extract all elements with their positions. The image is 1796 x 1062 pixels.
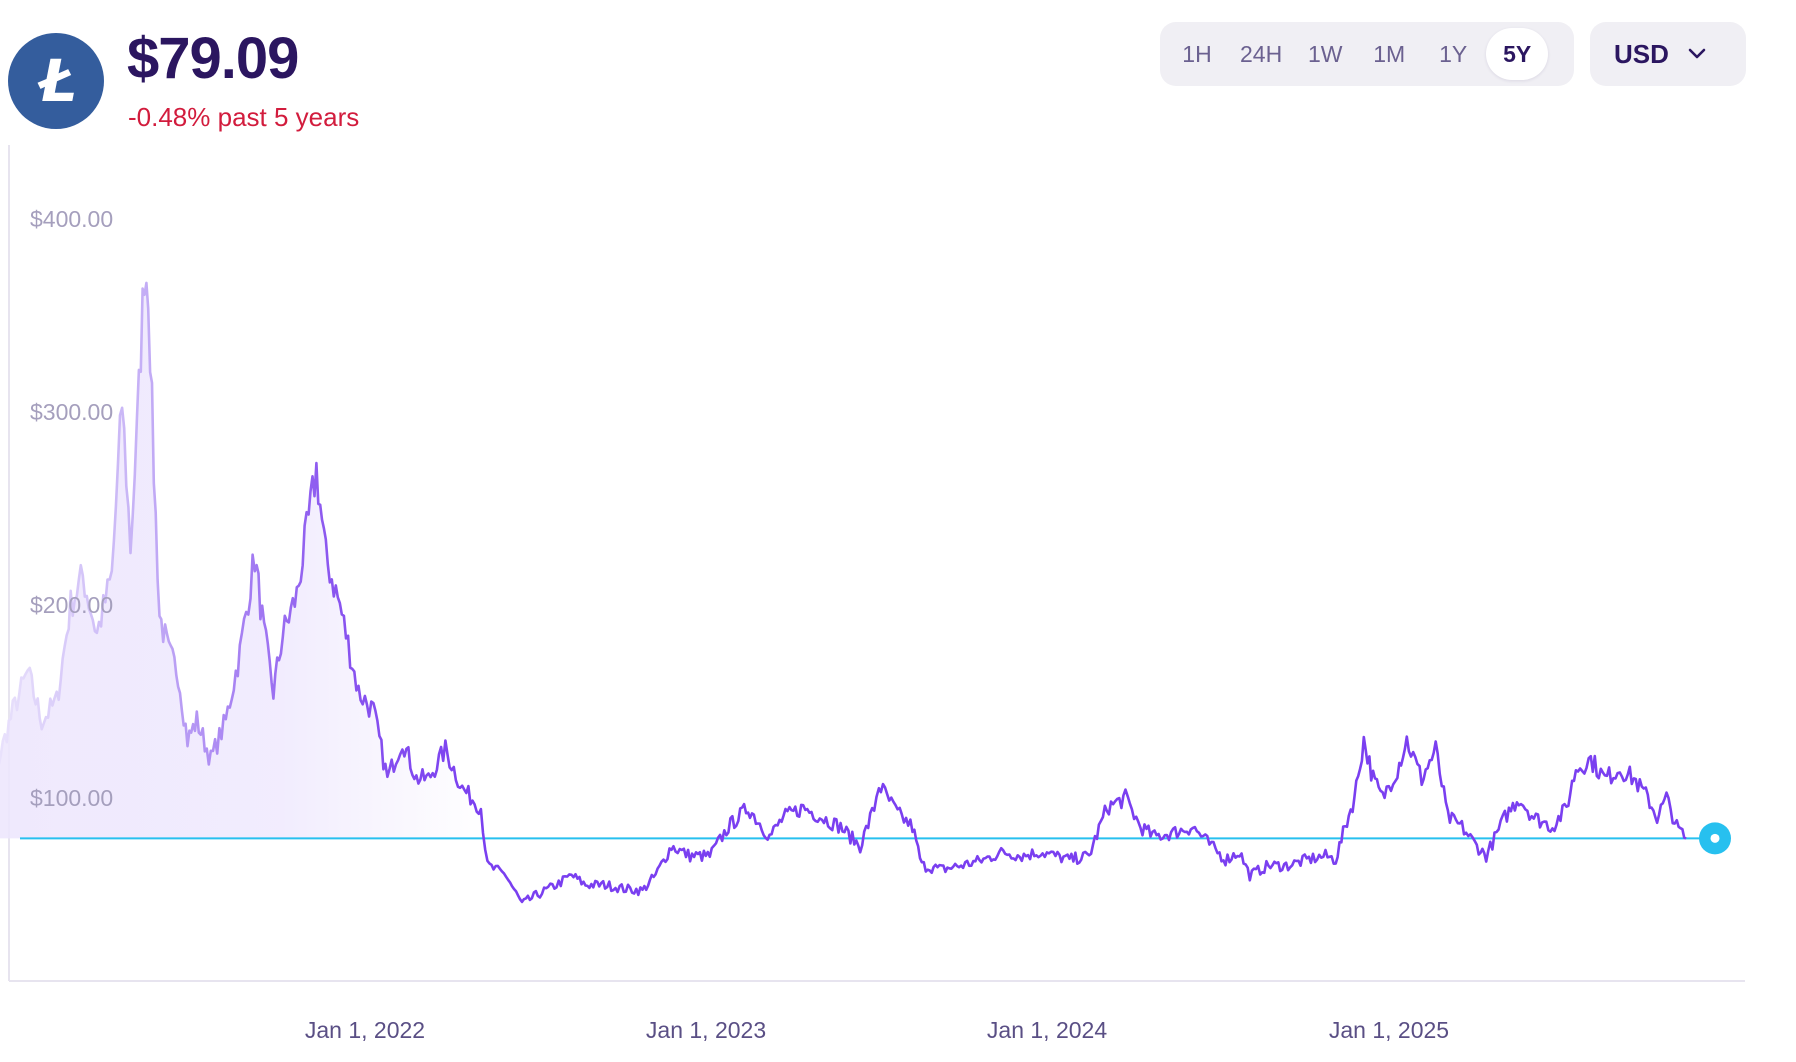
chart-area-fill — [0, 282, 1687, 902]
price-chart-widget: Ł $79.09 -0.48% past 5 years 1H 24H 1W 1… — [0, 0, 1796, 1062]
y-tick-label: $100.00 — [30, 785, 113, 811]
price-chart: $400.00 $300.00 $200.00 $100.00 Jan 1, 2022… — [0, 145, 1745, 1043]
x-axis-ticks: Jan 1, 2022 Jan 1, 2023 Jan 1, 2024 Jan 1, … — [305, 1017, 1449, 1043]
x-tick-label: Jan 1, 2022 — [305, 1017, 425, 1043]
x-tick-label: Jan 1, 2024 — [987, 1017, 1107, 1043]
y-tick-label: $300.00 — [30, 399, 113, 425]
x-tick-label: Jan 1, 2023 — [646, 1017, 766, 1043]
current-price-marker-group — [1699, 822, 1731, 855]
y-tick-label: $200.00 — [30, 592, 113, 618]
area-fill — [0, 282, 1687, 902]
x-tick-label: Jan 1, 2025 — [1329, 1017, 1449, 1043]
current-price-marker-dot — [1710, 833, 1720, 843]
y-tick-label: $400.00 — [30, 206, 113, 232]
